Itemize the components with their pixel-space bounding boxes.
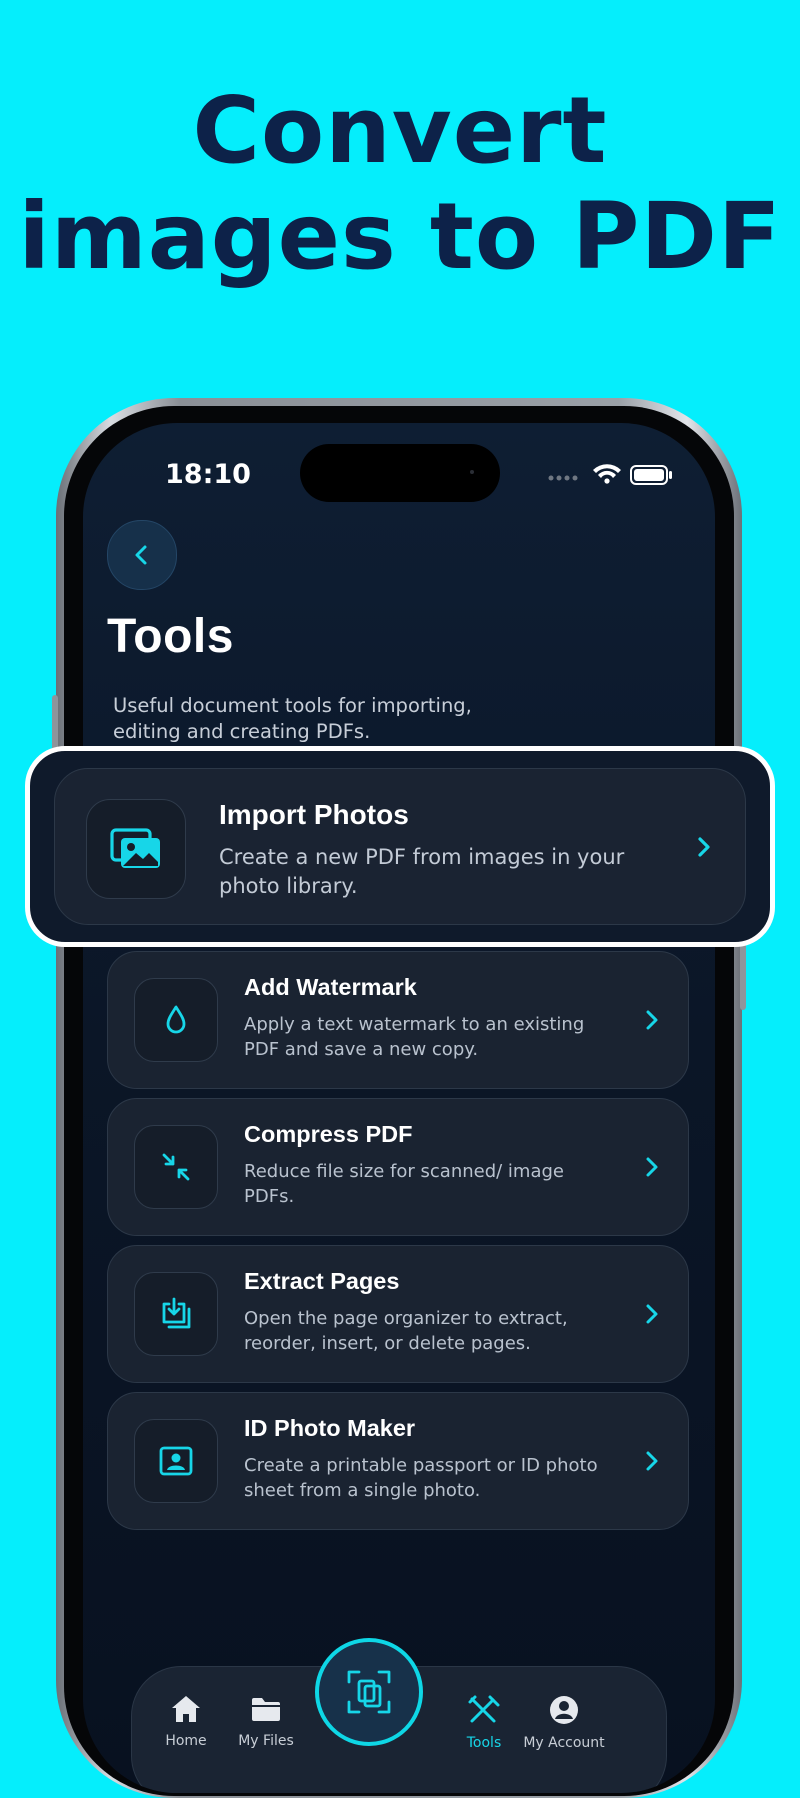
signal-dots-icon (548, 475, 578, 481)
tool-title: Compress PDF (244, 1121, 413, 1147)
wifi-icon (593, 464, 621, 484)
tool-title: Add Watermark (244, 974, 417, 1000)
dynamic-island (300, 444, 500, 502)
chevron-right-icon (646, 1451, 658, 1471)
headline-line-1: Convert (192, 77, 608, 184)
chevron-right-icon (646, 1010, 658, 1030)
back-button[interactable] (107, 520, 177, 590)
tab-label: Tools (466, 1735, 502, 1751)
compress-arrows-icon (162, 1153, 190, 1181)
tool-icon-box (134, 1125, 218, 1209)
id-photo-icon (159, 1446, 193, 1476)
tool-card-id-photo-maker[interactable]: ID Photo Maker Create a printable passpo… (107, 1392, 689, 1530)
phone-screen: 18:10 Tools Useful document tools for im… (83, 423, 715, 1793)
tool-card-extract-pages[interactable]: Extract Pages Open the page organizer to… (107, 1245, 689, 1383)
tab-label: My Account (523, 1735, 605, 1751)
battery-icon (630, 465, 672, 485)
tool-card-import-photos[interactable]: Import Photos Create a new PDF from imag… (54, 768, 746, 925)
tool-icon-box (134, 978, 218, 1062)
tool-description: Reduce file size for scanned/ image PDFs… (244, 1161, 565, 1207)
chevron-right-icon (646, 1157, 658, 1177)
home-icon (172, 1696, 200, 1722)
chevron-right-icon (698, 837, 710, 857)
tool-description: Create a new PDF from images in your pho… (219, 845, 625, 898)
folder-icon (252, 1698, 280, 1721)
page-title: Tools (107, 610, 234, 663)
tab-label: Home (165, 1733, 207, 1749)
tool-card-add-watermark[interactable]: Add Watermark Apply a text watermark to … (107, 951, 689, 1089)
highlight-import-photos: Import Photos Create a new PDF from imag… (25, 746, 775, 947)
account-icon (550, 1696, 578, 1724)
tools-icon (468, 1695, 500, 1723)
promo-headline: Convert images to PDF (0, 78, 800, 290)
tab-home[interactable]: Home (156, 1693, 216, 1749)
tool-title: ID Photo Maker (244, 1415, 416, 1441)
chevron-right-icon (646, 1304, 658, 1324)
droplet-icon (166, 1005, 186, 1034)
headline-line-2: images to PDF (18, 183, 782, 290)
chevron-left-icon (135, 545, 147, 565)
tool-icon-box (86, 799, 186, 899)
tool-description: Open the page organizer to extract, reor… (244, 1308, 568, 1354)
tool-card-compress-pdf[interactable]: Compress PDF Reduce file size for scanne… (107, 1098, 689, 1236)
scan-button[interactable] (315, 1638, 423, 1746)
status-icons (547, 461, 677, 485)
scan-icon (347, 1670, 391, 1714)
tool-description: Create a printable passport or ID photo … (244, 1455, 598, 1501)
extract-tray-icon (162, 1297, 191, 1329)
tab-my-files[interactable]: My Files (236, 1693, 296, 1749)
status-time: 18:10 (165, 459, 251, 490)
tab-my-account[interactable]: My Account (523, 1693, 605, 1751)
tool-title: Import Photos (219, 799, 409, 830)
tool-icon-box (134, 1272, 218, 1356)
tool-icon-box (134, 1419, 218, 1503)
photos-icon (110, 828, 160, 868)
page-subtitle: Useful document tools for importing, edi… (113, 694, 472, 743)
tool-title: Extract Pages (244, 1268, 400, 1294)
tool-description: Apply a text watermark to an existing PD… (244, 1014, 585, 1060)
tab-tools[interactable]: Tools (454, 1693, 514, 1751)
tab-label: My Files (238, 1733, 294, 1749)
